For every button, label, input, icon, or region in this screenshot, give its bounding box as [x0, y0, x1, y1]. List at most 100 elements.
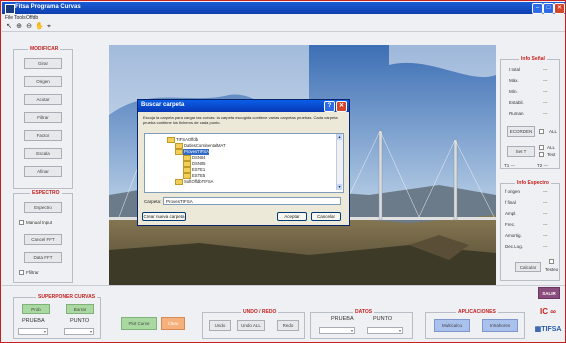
filtrar-button[interactable]: Filtrar [24, 112, 62, 123]
info-espectro-value-amortig: --- [543, 233, 548, 238]
superponer-prueba-select[interactable] [18, 328, 48, 335]
prob-button[interactable]: Prob [22, 304, 50, 314]
folder-tree[interactable]: TIFSAOffdb DatlesContinentalMAT ProvesTI… [144, 133, 344, 193]
cancel-fft-button[interactable]: Cancel FFT [24, 234, 62, 245]
tifsa-logo: ▦TIFSA [534, 326, 562, 333]
info-espectro-label-ffinal: f final [505, 200, 516, 205]
new-folder-button[interactable]: Crear nueva carpeta [142, 212, 186, 221]
zoom-out-icon[interactable]: ⊖ [25, 23, 33, 31]
ic-logo: IC ∞ [540, 307, 556, 316]
datos-panel: DATOS PRUEBA PUNTO [310, 309, 413, 339]
aplicaciones-title: APLICACIONES [456, 309, 498, 315]
escala-button[interactable]: Escala [24, 148, 62, 159]
info-espectro-label-forigen: f origen [505, 189, 521, 194]
info-espectro-label-declog: Dec.Log. [505, 244, 524, 249]
datos-punto-select[interactable] [367, 327, 403, 334]
espectro-panel: ESPECTRO Espectro Manual Input Cancel FF… [13, 190, 73, 283]
cancel-button[interactable]: Cancelar [311, 212, 341, 221]
zoom-in-icon[interactable]: ⊕ [15, 23, 23, 31]
title-bar: Fitsa Programa Curvas – □ ✕ [2, 2, 565, 14]
girar-button[interactable]: Girar [24, 58, 62, 69]
info-senal-label-ruman: Ruman [509, 111, 524, 116]
ffiltrar-label: Ffiltrar [26, 270, 39, 275]
ffiltrar-checkbox[interactable] [19, 270, 24, 275]
info-espectro-panel: Info Espectro f origen --- f final --- A… [500, 180, 560, 281]
superponer-punto-select[interactable] [64, 328, 94, 335]
datos-col-prueba: PRUEBA [331, 316, 354, 322]
factor-button[interactable]: Factor [24, 130, 62, 141]
clear-button[interactable]: Clear [161, 317, 185, 330]
info-espectro-label-frec: Frec. [505, 222, 516, 227]
info-espectro-value-ampl: --- [543, 211, 548, 216]
folder-icon [175, 179, 183, 185]
borrar-button[interactable]: Borrar [66, 304, 94, 314]
undo-all-button[interactable]: Undo ALL [237, 320, 265, 331]
data-cursor-icon[interactable]: ⌖ [45, 23, 53, 31]
menu-offdb[interactable]: Offdb [26, 15, 38, 21]
menu-file[interactable]: File [5, 15, 13, 21]
scroll-down-icon[interactable]: ▾ [337, 184, 342, 190]
manual-input-label: Manual Input [26, 220, 53, 225]
pan-icon[interactable]: ✋ [35, 23, 44, 31]
ecorden-button[interactable]: ECORDEN [507, 126, 535, 137]
app-logo-icon [5, 4, 15, 14]
info-espectro-label-ampl: Ampl. [505, 211, 517, 216]
info-senal-panel: Info Señal t total --- Máx. --- Mín. ---… [500, 56, 560, 169]
espectro-title: ESPECTRO [30, 190, 62, 196]
all-label: ALL [549, 129, 558, 134]
acotar-button[interactable]: Acotar [24, 94, 62, 105]
intrahores-button[interactable]: Intrahores [482, 319, 518, 332]
modificar-title: MODIFICAR [28, 46, 61, 52]
menu-bar: File Tools Offdb [2, 14, 565, 22]
afinar-button[interactable]: Afinar [24, 166, 62, 177]
calcular-button[interactable]: Calcular [515, 262, 541, 272]
undo-redo-title: UNDO / REDO [241, 309, 279, 315]
info-espectro-value-declog: --- [543, 244, 548, 249]
minimize-icon[interactable]: – [532, 3, 543, 14]
redo-button[interactable]: Redo [277, 320, 299, 331]
tree-scrollbar[interactable]: ▴ ▾ [336, 134, 343, 190]
folder-browse-dialog: Buscar carpeta ? ✕ Escoja la carpeta par… [137, 99, 350, 226]
pointer-icon[interactable]: ↖ [5, 23, 13, 31]
set-t-button[interactable]: Set T [507, 146, 535, 157]
all-checkbox-2[interactable] [539, 145, 544, 150]
menu-tools[interactable]: Tools [14, 15, 26, 21]
superponer-title: SUPERPONER CURVAS [36, 294, 98, 300]
info-espectro-value-frec: --- [543, 222, 548, 227]
info-senal-value-estabil: --- [543, 100, 548, 105]
all-checkbox[interactable] [539, 129, 544, 134]
data-fft-button[interactable]: Data FFT [24, 252, 62, 263]
scroll-up-icon[interactable]: ▴ [337, 134, 342, 140]
multicalcu-button[interactable]: Multicalcu [434, 319, 470, 332]
toolbar: ↖ ⊕ ⊖ ✋ ⌖ [2, 22, 565, 32]
undo-button[interactable]: Undo [209, 320, 231, 331]
text-checkbox[interactable] [539, 152, 544, 157]
info-senal-value-min: --- [543, 89, 548, 94]
tree-item-softoffdb[interactable]: SoftOffdbTIFSA [175, 179, 213, 185]
maximize-icon[interactable]: □ [543, 3, 554, 14]
close-icon[interactable]: ✕ [554, 3, 565, 14]
salir-button[interactable]: SALIR [538, 287, 560, 299]
info-senal-label-max: Máx. [509, 78, 519, 83]
testeo-label: Testeo [545, 267, 559, 272]
superponer-panel: SUPERPONER CURVAS Prob Borrar PRUEBA PUN… [13, 294, 101, 339]
window-title: Fitsa Programa Curvas [15, 4, 81, 10]
info-espectro-title: Info Espectro [515, 180, 551, 186]
origen-button[interactable]: Origen [24, 76, 62, 87]
ok-button[interactable]: Aceptar [277, 212, 307, 221]
plot-curve-button[interactable]: Plot Curve [121, 317, 157, 330]
info-senal-label-ttotal: t total [509, 67, 521, 72]
help-icon[interactable]: ? [324, 101, 335, 112]
bottom-divider [2, 285, 565, 286]
testeo-checkbox[interactable] [549, 259, 554, 264]
info-senal-label-min: Mín. [509, 89, 518, 94]
info-espectro-value-forigen: --- [543, 189, 548, 194]
espectro-button[interactable]: Espectro [24, 202, 62, 213]
folder-input[interactable]: ProvesTIFSA [163, 197, 341, 205]
dialog-close-icon[interactable]: ✕ [336, 101, 347, 112]
datos-title: DATOS [353, 309, 375, 315]
datos-prueba-select[interactable] [319, 327, 355, 334]
info-espectro-label-amortig: Amortig. [505, 233, 522, 238]
dialog-title: Buscar carpeta [141, 102, 185, 108]
manual-input-checkbox[interactable] [19, 220, 24, 225]
